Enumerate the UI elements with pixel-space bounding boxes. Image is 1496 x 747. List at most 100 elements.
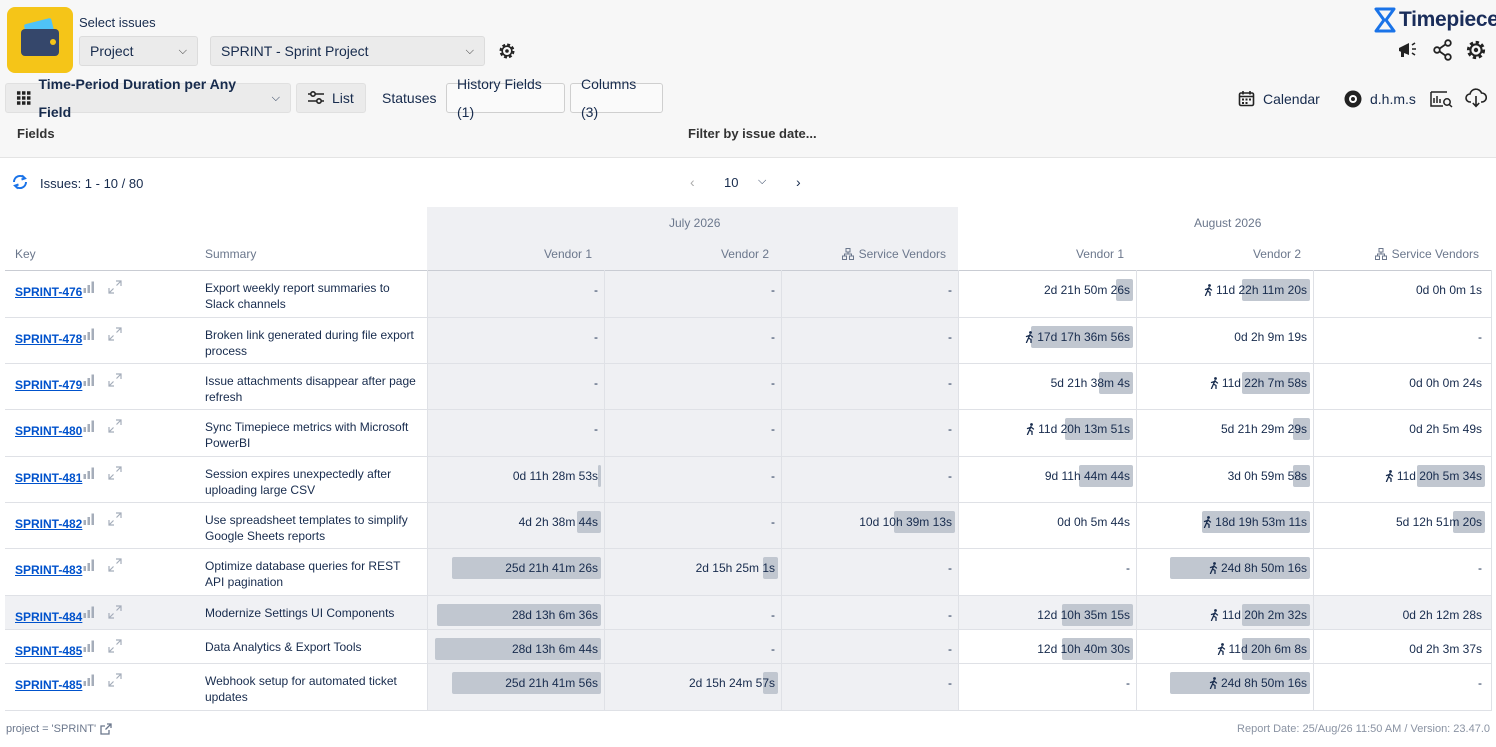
page-size-value[interactable]: 10 <box>724 175 738 190</box>
duration-cell: 10d 10h 39m 13s <box>781 511 955 533</box>
duration-cell: 12d 10h 35m 15s <box>958 604 1133 626</box>
bar-chart-icon[interactable] <box>83 420 95 432</box>
cloud-download-icon[interactable] <box>1465 88 1487 108</box>
settings-gear-icon[interactable] <box>1465 39 1487 61</box>
project-type-dropdown[interactable]: Project ⌵ <box>79 36 198 66</box>
duration-value: 11d 20h 2m 32s <box>1210 604 1307 626</box>
duration-cell: 11d 20h 2m 32s <box>1136 604 1310 626</box>
issue-key-link[interactable]: SPRINT-485 <box>15 678 82 692</box>
megaphone-icon[interactable] <box>1396 39 1418 61</box>
duration-cell: 17d 17h 36m 56s <box>958 326 1133 348</box>
expand-icon[interactable] <box>108 280 122 294</box>
report-type-dropdown[interactable]: Time-Period Duration per Any Field ⌵ <box>5 76 291 120</box>
bar-chart-icon[interactable] <box>83 559 95 571</box>
chart-view-icon[interactable] <box>1430 88 1453 108</box>
duration-cell: - <box>1313 557 1482 579</box>
columns-button[interactable]: Columns (3) <box>570 76 663 120</box>
bar-chart-icon[interactable] <box>83 606 95 618</box>
bar-chart-icon[interactable] <box>83 640 95 652</box>
duration-text: 0d 2h 12m 28s <box>1402 608 1482 622</box>
column-header-service-vendors[interactable]: Service Vendors <box>841 247 946 261</box>
duration-cell: - <box>604 418 775 440</box>
refresh-icon[interactable] <box>11 173 29 191</box>
duration-text: 10d 10h 39m 13s <box>859 515 952 529</box>
column-header-vendor-2[interactable]: Vendor 2 <box>721 247 769 261</box>
list-button[interactable]: List <box>296 83 366 113</box>
expand-icon[interactable] <box>108 512 122 526</box>
issue-key-link[interactable]: SPRINT-483 <box>15 563 82 577</box>
summary-column-header[interactable]: Summary <box>205 247 256 261</box>
duration-cell: - <box>781 638 952 660</box>
calendar-button[interactable]: Calendar <box>1238 90 1320 107</box>
issue-key-link[interactable]: SPRINT-480 <box>15 424 82 438</box>
column-header-vendor-1[interactable]: Vendor 1 <box>1076 247 1124 261</box>
duration-cell: - <box>427 279 598 301</box>
duration-text: - <box>948 330 952 344</box>
issue-summary: Broken link generated during file export… <box>205 328 414 358</box>
duration-text: 4d 2h 38m 44s <box>518 515 598 529</box>
bar-chart-icon[interactable] <box>83 281 95 293</box>
statuses-button[interactable]: Statuses <box>371 83 441 113</box>
expand-icon[interactable] <box>108 419 122 433</box>
expand-icon[interactable] <box>108 639 122 653</box>
duration-cell: - <box>427 326 598 348</box>
chevron-down-icon[interactable]: ⌵ <box>758 175 766 188</box>
expand-icon[interactable] <box>108 673 122 687</box>
project-dropdown[interactable]: SPRINT - Sprint Project ⌵ <box>210 36 485 66</box>
fields-filter-label[interactable]: Fields <box>17 126 55 141</box>
duration-cell: 2d 21h 50m 26s <box>958 279 1133 301</box>
bar-chart-icon[interactable] <box>83 467 95 479</box>
duration-value: - <box>771 604 775 626</box>
issue-key-link[interactable]: SPRINT-478 <box>15 332 82 346</box>
issue-summary: Session expires unexpectedly after uploa… <box>205 467 392 497</box>
previous-page-icon[interactable]: ‹ <box>690 174 695 190</box>
issue-key-link[interactable]: SPRINT-484 <box>15 610 82 624</box>
expand-icon[interactable] <box>108 605 122 619</box>
issue-key-link[interactable]: SPRINT-485 <box>15 644 82 658</box>
key-column-header[interactable]: Key <box>15 247 36 261</box>
jql-link[interactable]: project = 'SPRINT' <box>6 723 112 735</box>
issue-key-link[interactable]: SPRINT-476 <box>15 285 82 299</box>
duration-value: 11d 20h 13m 51s <box>1026 418 1130 440</box>
duration-text: - <box>771 469 775 483</box>
duration-cell: 18d 19h 53m 11s <box>1136 511 1310 533</box>
share-icon[interactable] <box>1432 39 1454 61</box>
expand-icon[interactable] <box>108 466 122 480</box>
running-icon <box>1203 516 1212 528</box>
column-header-vendor-2[interactable]: Vendor 2 <box>1253 247 1301 261</box>
duration-value: 0d 0h 5m 44s <box>1057 511 1130 533</box>
expand-icon[interactable] <box>108 373 122 387</box>
issue-key-link[interactable]: SPRINT-482 <box>15 517 82 531</box>
running-icon <box>1204 284 1213 296</box>
expand-icon[interactable] <box>108 327 122 341</box>
duration-cell: 24d 8h 50m 16s <box>1136 672 1310 694</box>
time-format-button[interactable]: d.h.m.s <box>1344 90 1416 108</box>
duration-cell: 11d 20h 5m 34s <box>1313 465 1485 487</box>
duration-cell: - <box>781 326 952 348</box>
duration-value: - <box>948 604 952 626</box>
issue-key-link[interactable]: SPRINT-481 <box>15 471 82 485</box>
duration-text: - <box>594 376 598 390</box>
next-page-icon[interactable]: › <box>796 174 801 190</box>
project-settings-icon[interactable] <box>497 41 517 61</box>
duration-text: 11d 20h 6m 8s <box>1228 642 1308 656</box>
running-icon <box>1026 331 1034 343</box>
jql-text: project = 'SPRINT' <box>6 723 97 735</box>
bar-chart-icon[interactable] <box>83 674 95 686</box>
duration-text: - <box>948 676 952 690</box>
filter-by-date-label[interactable]: Filter by issue date... <box>688 126 817 141</box>
duration-value: - <box>1478 557 1482 579</box>
bar-chart-icon[interactable] <box>83 374 95 386</box>
history-fields-button[interactable]: History Fields (1) <box>446 76 565 120</box>
duration-cell: 0d 0h 0m 1s <box>1313 279 1482 301</box>
duration-cell: 4d 2h 38m 44s <box>427 511 601 533</box>
expand-icon[interactable] <box>108 558 122 572</box>
table-row: SPRINT-476 Export weekly report summaries… <box>5 271 1492 318</box>
chevron-down-icon: ⌵ <box>465 45 474 57</box>
bar-chart-icon[interactable] <box>83 328 95 340</box>
issue-key-link[interactable]: SPRINT-479 <box>15 378 82 392</box>
bar-chart-icon[interactable] <box>83 513 95 525</box>
issue-summary: Issue attachments disappear after page r… <box>205 374 416 404</box>
column-header-vendor-1[interactable]: Vendor 1 <box>544 247 592 261</box>
column-header-service-vendors[interactable]: Service Vendors <box>1374 247 1479 261</box>
